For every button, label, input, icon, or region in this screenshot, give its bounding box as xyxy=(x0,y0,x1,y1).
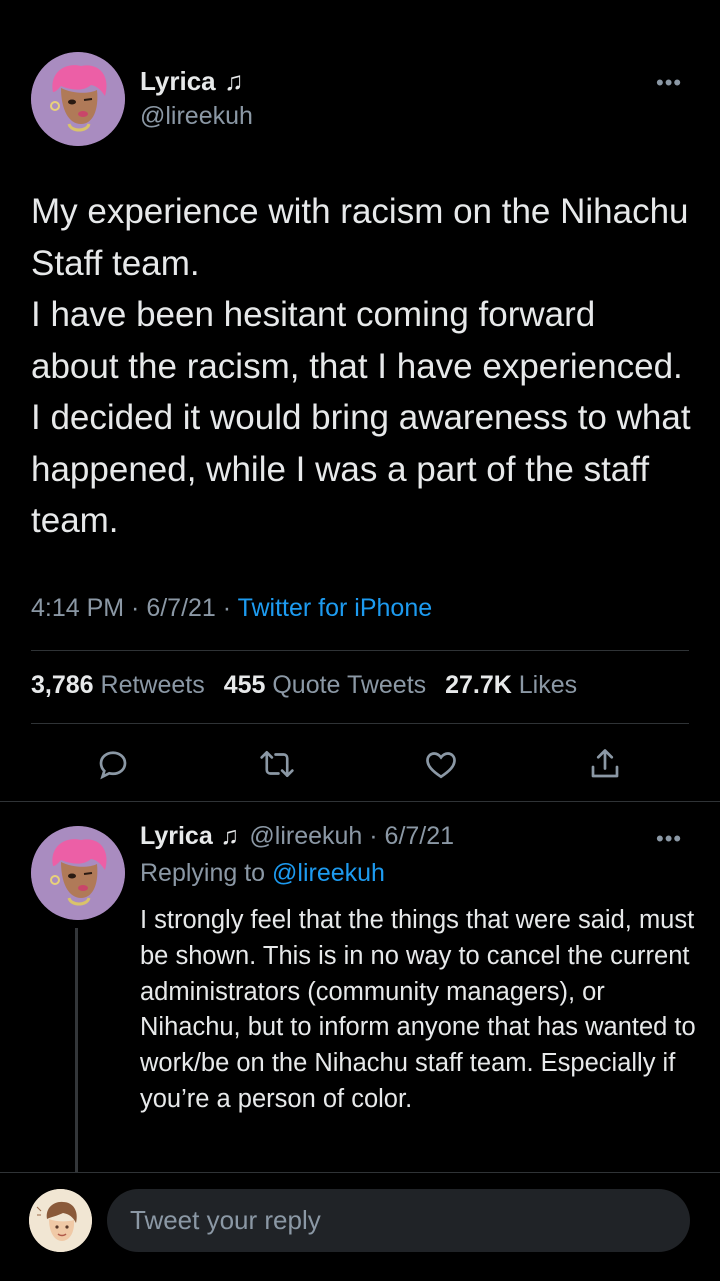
divider xyxy=(31,723,689,724)
replying-to-prefix: Replying to xyxy=(140,859,266,887)
reply-header: Lyrica ♫ @lireekuh · 6/7/21 xyxy=(140,822,454,851)
retweets-count[interactable]: 3,786 xyxy=(31,671,94,699)
reply-author-name[interactable]: Lyrica xyxy=(140,822,213,850)
divider xyxy=(31,650,689,651)
author-handle[interactable]: @lireekuh xyxy=(140,102,253,131)
tweet-date: 6/7/21 xyxy=(146,594,216,622)
meta-separator: · xyxy=(215,594,238,622)
status-bar-fragment xyxy=(0,0,720,6)
divider xyxy=(0,801,720,802)
tweet-paragraph: My experience with racism on the Nihachu… xyxy=(31,192,689,283)
retweets-label[interactable]: Retweets xyxy=(101,671,205,699)
reply-input[interactable]: Tweet your reply xyxy=(107,1189,690,1252)
replying-to-mention[interactable]: @lireekuh xyxy=(272,859,385,887)
author-name[interactable]: Lyrica xyxy=(140,66,216,96)
likes-label[interactable]: Likes xyxy=(519,671,577,699)
tweet-meta: 4:14 PM · 6/7/21 · Twitter for iPhone xyxy=(31,594,432,623)
music-note-icon: ♫ xyxy=(224,66,244,96)
tweet-stats: 3,786 Retweets 455 Quote Tweets 27.7K Li… xyxy=(31,671,577,700)
quotes-count[interactable]: 455 xyxy=(224,671,266,699)
tweet-text: My experience with racism on the Nihachu… xyxy=(31,186,691,547)
author-avatar[interactable] xyxy=(31,52,125,146)
replying-to: Replying to @lireekuh xyxy=(140,859,385,888)
reply-more-options-icon[interactable]: ••• xyxy=(656,826,682,852)
meta-separator: · xyxy=(124,594,147,622)
tweet-source-link[interactable]: Twitter for iPhone xyxy=(238,594,433,622)
current-user-avatar[interactable] xyxy=(29,1189,92,1252)
share-icon[interactable] xyxy=(583,742,627,786)
reply-handle-date[interactable]: @lireekuh · 6/7/21 xyxy=(249,822,454,850)
tweet-time: 4:14 PM xyxy=(31,594,125,622)
music-note-icon: ♫ xyxy=(220,822,239,850)
quotes-label[interactable]: Quote Tweets xyxy=(272,671,426,699)
reply-text: I strongly feel that the things that wer… xyxy=(140,906,696,1113)
tweet-paragraph: I have been hesitant coming forward abou… xyxy=(31,295,691,540)
more-options-icon[interactable]: ••• xyxy=(656,70,682,96)
likes-count[interactable]: 27.7K xyxy=(445,671,512,699)
retweet-icon[interactable] xyxy=(255,742,299,786)
author-name-row[interactable]: Lyrica ♫ xyxy=(140,66,244,97)
like-icon[interactable] xyxy=(419,742,463,786)
reply-author-avatar[interactable] xyxy=(31,826,125,920)
reply-icon[interactable] xyxy=(91,742,135,786)
thread-line xyxy=(75,928,78,1173)
